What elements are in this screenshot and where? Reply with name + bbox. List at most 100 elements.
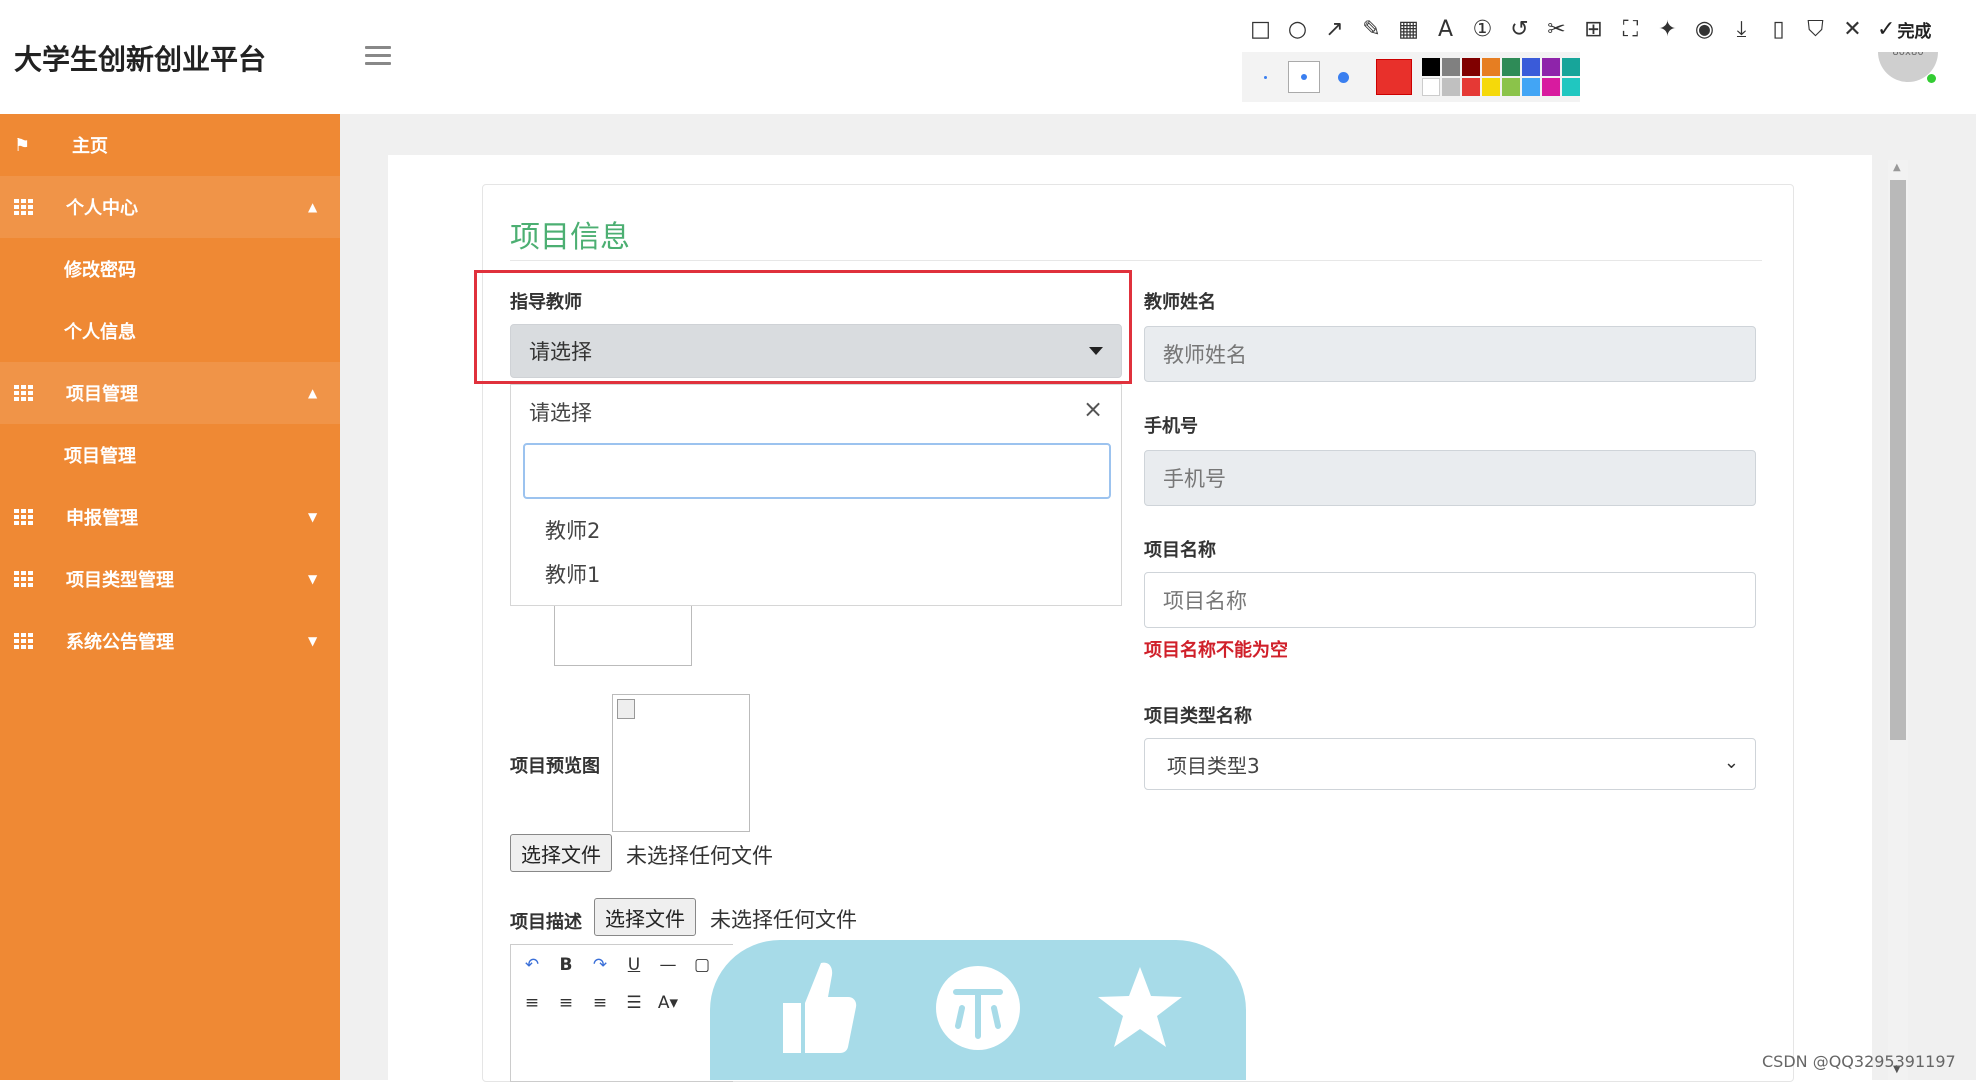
text-tool-icon[interactable]: A — [1427, 17, 1464, 42]
brush-size-large[interactable] — [1328, 62, 1358, 92]
phone-field[interactable]: 手机号 — [1144, 450, 1756, 506]
arrow-tool-icon[interactable]: ↗ — [1316, 17, 1353, 42]
thumbs-up-icon[interactable] — [766, 958, 866, 1058]
rectangle-tool-icon[interactable]: □ — [1242, 17, 1279, 42]
teacher-image-placeholder — [554, 598, 692, 666]
phone-label: 手机号 — [1144, 416, 1198, 437]
color-swatch[interactable] — [1422, 78, 1440, 96]
horizontal-rule-icon[interactable]: — — [657, 955, 679, 975]
sidebar-item-project-mgmt-sub[interactable]: 项目管理 — [0, 424, 340, 486]
color-swatch[interactable] — [1482, 58, 1500, 76]
teacher-name-label: 教师姓名 — [1144, 292, 1216, 313]
color-swatch[interactable] — [1522, 78, 1540, 96]
align-center-icon[interactable]: ≡ — [555, 993, 577, 1013]
bookmark-icon[interactable]: ⛉ — [1797, 17, 1834, 42]
redo-icon[interactable]: ↷ — [589, 955, 611, 975]
record-icon[interactable]: ◉ — [1686, 17, 1723, 42]
project-name-label: 项目名称 — [1144, 540, 1216, 561]
clear-icon[interactable]: × — [1083, 395, 1103, 423]
social-action-bar — [710, 940, 1246, 1080]
desc-choose-file-button[interactable]: 选择文件 — [594, 898, 696, 936]
color-swatch[interactable] — [1442, 58, 1460, 76]
color-swatch[interactable] — [1422, 58, 1440, 76]
color-swatch[interactable] — [1462, 78, 1480, 96]
highlight-box — [474, 270, 1132, 384]
color-swatch[interactable] — [1442, 78, 1460, 96]
teacher-name-field[interactable]: 教师姓名 — [1144, 326, 1756, 382]
current-color[interactable] — [1376, 59, 1412, 95]
color-swatch[interactable] — [1482, 78, 1500, 96]
brush-size-small[interactable] — [1250, 62, 1280, 92]
sidebar-item-personal-center[interactable]: 个人中心 ▲ — [0, 176, 340, 238]
mosaic-tool-icon[interactable]: ▦ — [1390, 17, 1427, 42]
scrollbar-thumb[interactable] — [1890, 180, 1906, 740]
sidebar-item-project-mgmt[interactable]: 项目管理 ▲ — [0, 362, 340, 424]
color-swatch[interactable] — [1502, 58, 1520, 76]
caret-down-icon: ▼ — [308, 634, 318, 648]
pin-icon[interactable]: ✦ — [1649, 17, 1686, 42]
scroll-up-icon[interactable]: ▲ — [1893, 162, 1901, 173]
bold-icon[interactable]: B — [555, 955, 577, 975]
menu-toggle-icon[interactable] — [365, 46, 391, 66]
project-type-label: 项目类型名称 — [1144, 706, 1252, 727]
close-icon[interactable]: ✕ — [1834, 17, 1871, 42]
dropdown-option[interactable]: 教师2 — [545, 515, 600, 545]
done-button[interactable]: ✓ 完成 — [1877, 17, 1931, 42]
number-tool-icon[interactable]: ① — [1464, 17, 1501, 42]
pen-tool-icon[interactable]: ✎ — [1353, 17, 1390, 42]
project-name-error: 项目名称不能为空 — [1144, 640, 1288, 661]
download-icon[interactable]: ⤓ — [1723, 17, 1760, 42]
advisor-dropdown: 请选择 × 教师2 教师1 — [510, 384, 1122, 606]
justify-icon[interactable]: ☰ — [623, 993, 645, 1013]
page-icon[interactable]: ▢ — [691, 955, 713, 975]
color-swatch[interactable] — [1542, 58, 1560, 76]
undo-icon[interactable]: ↶ — [521, 955, 543, 975]
color-swatch[interactable] — [1542, 78, 1560, 96]
cut-icon[interactable]: ✂ — [1538, 17, 1575, 42]
project-name-field[interactable]: 项目名称 — [1144, 572, 1756, 628]
grid-icon — [14, 633, 33, 649]
app-title: 大学生创新创业平台 — [14, 43, 267, 76]
grid-icon — [14, 199, 33, 215]
caret-down-icon: ▼ — [308, 572, 318, 586]
dropdown-option[interactable]: 教师1 — [545, 559, 600, 589]
font-color-icon[interactable]: A▾ — [657, 993, 679, 1013]
align-right-icon[interactable]: ≡ — [589, 993, 611, 1013]
preview-label: 项目预览图 — [510, 756, 600, 777]
capture-icon[interactable]: ⛶ — [1612, 17, 1649, 42]
ellipse-tool-icon[interactable]: ○ — [1279, 17, 1316, 42]
translate-icon[interactable]: ⊞ — [1575, 17, 1612, 42]
brush-size-medium[interactable] — [1288, 61, 1320, 93]
online-status-dot — [1927, 74, 1936, 83]
underline-icon[interactable]: U — [623, 955, 645, 975]
color-swatch[interactable] — [1502, 78, 1520, 96]
sidebar-item-report-mgmt[interactable]: 申报管理 ▼ — [0, 486, 340, 548]
undo-icon[interactable]: ↺ — [1501, 17, 1538, 42]
preview-choose-file-button[interactable]: 选择文件 — [510, 834, 612, 872]
color-swatch[interactable] — [1522, 58, 1540, 76]
grid-icon — [14, 385, 33, 401]
coin-icon[interactable] — [928, 958, 1028, 1058]
dropdown-search-input[interactable] — [523, 443, 1111, 499]
color-swatch[interactable] — [1562, 58, 1580, 76]
sidebar-item-project-type-mgmt[interactable]: 项目类型管理 ▼ — [0, 548, 340, 610]
color-swatch[interactable] — [1462, 58, 1480, 76]
preview-image — [612, 694, 750, 832]
broken-image-icon — [617, 699, 635, 719]
save-icon[interactable]: ▯ — [1760, 17, 1797, 42]
desc-label: 项目描述 — [510, 912, 582, 933]
sidebar-item-change-password[interactable]: 修改密码 — [0, 238, 340, 300]
align-left-icon[interactable]: ≡ — [521, 993, 543, 1013]
sidebar-item-announcement-mgmt[interactable]: 系统公告管理 ▼ — [0, 610, 340, 672]
grid-icon — [14, 571, 33, 587]
caret-up-icon: ▲ — [308, 386, 318, 400]
chevron-down-icon: ⌄ — [1723, 752, 1739, 773]
divider — [510, 260, 1762, 261]
project-type-select[interactable]: 项目类型3 ⌄ — [1144, 738, 1756, 790]
preview-file-status: 未选择任何文件 — [626, 844, 773, 868]
star-icon[interactable] — [1090, 958, 1190, 1058]
sidebar-item-home[interactable]: ⚑ 主页 — [0, 114, 340, 176]
color-swatches[interactable] — [1422, 58, 1580, 96]
sidebar-item-personal-info[interactable]: 个人信息 — [0, 300, 340, 362]
color-swatch[interactable] — [1562, 78, 1580, 96]
